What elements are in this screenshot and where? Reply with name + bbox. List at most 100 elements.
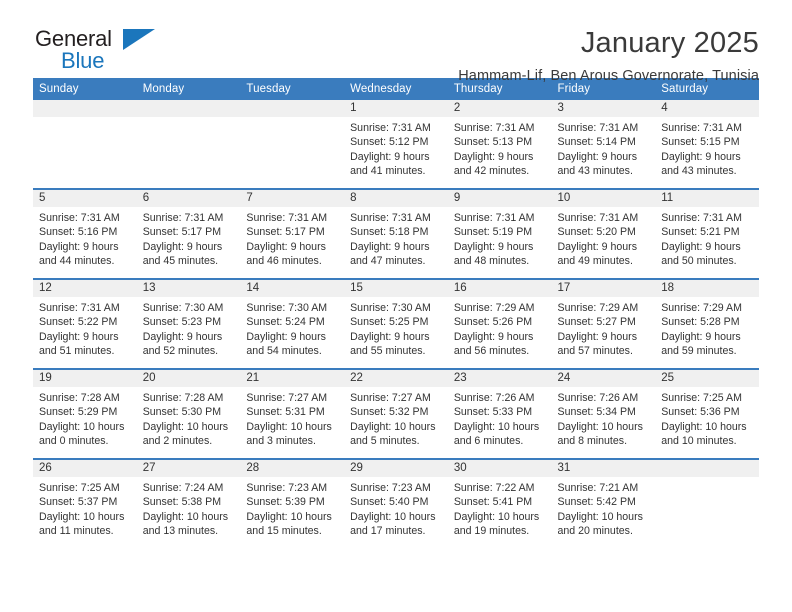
daylight-text-line1: Daylight: 10 hours — [453, 420, 540, 433]
sunrise-text: Sunrise: 7:31 AM — [661, 122, 742, 134]
day-details: Sunrise: 7:26 AM Sunset: 5:33 PM Daylight:… — [448, 387, 552, 449]
calendar-day-cell[interactable]: 15 Sunrise: 7:30 AM Sunset: 5:25 PM Dayligh… — [344, 278, 448, 369]
sunset-text: Sunset: 5:31 PM — [246, 406, 325, 419]
calendar-day-cell[interactable]: 5 Sunrise: 7:31 AM Sunset: 5:16 PM Daylight… — [33, 188, 137, 279]
brand-name-general: General — [35, 26, 112, 51]
day-number: 20 — [136, 370, 241, 387]
daylight-text-line2: and 49 minutes. — [557, 255, 633, 268]
daylight-text-line2: and 46 minutes. — [246, 255, 322, 268]
day-cell-content: 24 Sunrise: 7:26 AM Sunset: 5:34 PM Dayligh… — [551, 370, 656, 458]
day-cell-content: 19 Sunrise: 7:28 AM Sunset: 5:29 PM Dayligh… — [33, 370, 137, 458]
calendar-day-cell[interactable]: 9 Sunrise: 7:31 AM Sunset: 5:19 PM Daylight… — [447, 188, 552, 279]
calendar-day-cell[interactable]: 25 Sunrise: 7:25 AM Sunset: 5:36 PM Dayligh… — [655, 368, 759, 459]
calendar-day-cell[interactable]: 4 Sunrise: 7:31 AM Sunset: 5:15 PM Daylight… — [655, 100, 759, 189]
page-header: General Blue January 2025 Hammam-Lif, Be… — [33, 0, 759, 84]
sunset-text: Sunset: 5:18 PM — [350, 226, 429, 239]
daylight-text-line2: and 48 minutes. — [453, 255, 530, 268]
calendar-day-cell[interactable]: 14 Sunrise: 7:30 AM Sunset: 5:24 PM Dayligh… — [240, 278, 345, 369]
calendar-day-cell[interactable]: 8 Sunrise: 7:31 AM Sunset: 5:18 PM Daylight… — [344, 188, 448, 279]
calendar-day-cell[interactable]: 1 Sunrise: 7:31 AM Sunset: 5:12 PM Daylight… — [344, 100, 448, 189]
calendar-day-cell[interactable]: 28 Sunrise: 7:23 AM Sunset: 5:39 PM Dayligh… — [240, 458, 345, 548]
calendar-day-cell[interactable]: 19 Sunrise: 7:28 AM Sunset: 5:29 PM Dayligh… — [33, 368, 137, 459]
day-cell-content: 3 Sunrise: 7:31 AM Sunset: 5:14 PM Daylight… — [551, 100, 656, 188]
sunrise-text: Sunrise: 7:23 AM — [350, 482, 431, 494]
day-details: Sunrise: 7:22 AM Sunset: 5:41 PM Daylight:… — [448, 477, 552, 539]
day-cell-content: 23 Sunrise: 7:26 AM Sunset: 5:33 PM Dayligh… — [447, 370, 552, 458]
calendar-day-cell[interactable]: 17 Sunrise: 7:29 AM Sunset: 5:27 PM Dayligh… — [551, 278, 656, 369]
calendar-day-cell[interactable]: 3 Sunrise: 7:31 AM Sunset: 5:14 PM Daylight… — [551, 100, 656, 189]
sunset-text: Sunset: 5:39 PM — [246, 496, 325, 509]
sunrise-text: Sunrise: 7:31 AM — [350, 212, 431, 224]
daylight-text-line2: and 11 minutes. — [39, 525, 114, 538]
day-details: Sunrise: 7:31 AM Sunset: 5:22 PM Daylight:… — [33, 297, 137, 359]
day-details: Sunrise: 7:31 AM Sunset: 5:14 PM Daylight:… — [552, 117, 656, 179]
calendar-day-cell[interactable]: 31 Sunrise: 7:21 AM Sunset: 5:42 PM Dayligh… — [551, 458, 656, 548]
sunset-text: Sunset: 5:27 PM — [557, 316, 636, 329]
calendar-day-cell[interactable]: 26 Sunrise: 7:25 AM Sunset: 5:37 PM Dayligh… — [33, 458, 137, 548]
sunset-text: Sunset: 5:21 PM — [661, 226, 740, 239]
daylight-text-line1: Daylight: 9 hours — [350, 150, 430, 163]
sunrise-text: Sunrise: 7:23 AM — [246, 482, 328, 494]
day-number: 17 — [551, 280, 656, 297]
day-cell-content: 27 Sunrise: 7:24 AM Sunset: 5:38 PM Dayligh… — [136, 460, 241, 548]
sunrise-text: Sunrise: 7:31 AM — [39, 212, 120, 224]
daylight-text-line2: and 57 minutes. — [557, 345, 633, 358]
daylight-text-line1: Daylight: 9 hours — [661, 240, 741, 253]
daylight-text-line2: and 59 minutes. — [661, 345, 737, 358]
calendar-day-cell[interactable]: 16 Sunrise: 7:29 AM Sunset: 5:26 PM Dayligh… — [447, 278, 552, 369]
brand-logo[interactable]: General Blue — [33, 26, 163, 78]
calendar-day-cell[interactable]: 11 Sunrise: 7:31 AM Sunset: 5:21 PM Dayligh… — [655, 188, 759, 279]
calendar-day-cell[interactable]: 7 Sunrise: 7:31 AM Sunset: 5:17 PM Daylight… — [240, 188, 345, 279]
calendar-day-cell[interactable]: 20 Sunrise: 7:28 AM Sunset: 5:30 PM Dayligh… — [136, 368, 241, 459]
day-cell-content: 30 Sunrise: 7:22 AM Sunset: 5:41 PM Dayligh… — [447, 460, 552, 548]
daylight-text-line2: and 10 minutes. — [661, 435, 737, 448]
calendar-day-cell[interactable]: 13 Sunrise: 7:30 AM Sunset: 5:23 PM Dayligh… — [136, 278, 241, 369]
day-cell-content: 1 Sunrise: 7:31 AM Sunset: 5:12 PM Daylight… — [344, 100, 448, 188]
day-details: Sunrise: 7:31 AM Sunset: 5:17 PM Daylight:… — [240, 207, 344, 269]
day-cell-content — [136, 100, 241, 188]
day-cell-content — [33, 100, 137, 188]
day-number: 9 — [447, 190, 552, 207]
day-details: Sunrise: 7:30 AM Sunset: 5:24 PM Daylight:… — [240, 297, 344, 359]
calendar-day-cell[interactable]: 23 Sunrise: 7:26 AM Sunset: 5:33 PM Dayligh… — [447, 368, 552, 459]
calendar-day-cell[interactable]: 21 Sunrise: 7:27 AM Sunset: 5:31 PM Dayligh… — [240, 368, 345, 459]
day-details: Sunrise: 7:29 AM Sunset: 5:26 PM Daylight:… — [448, 297, 552, 359]
daylight-text-line2: and 56 minutes. — [453, 345, 530, 358]
calendar-day-cell[interactable]: 22 Sunrise: 7:27 AM Sunset: 5:32 PM Dayligh… — [344, 368, 448, 459]
day-details: Sunrise: 7:27 AM Sunset: 5:32 PM Daylight:… — [344, 387, 448, 449]
day-cell-content: 7 Sunrise: 7:31 AM Sunset: 5:17 PM Daylight… — [240, 190, 345, 278]
daylight-text-line1: Daylight: 9 hours — [661, 330, 741, 343]
calendar-day-cell[interactable]: 30 Sunrise: 7:22 AM Sunset: 5:41 PM Dayligh… — [447, 458, 552, 548]
calendar-day-cell[interactable]: 29 Sunrise: 7:23 AM Sunset: 5:40 PM Dayligh… — [344, 458, 448, 548]
calendar-day-cell[interactable]: 6 Sunrise: 7:31 AM Sunset: 5:17 PM Daylight… — [136, 188, 241, 279]
day-number: 12 — [33, 280, 137, 297]
daylight-text-line1: Daylight: 10 hours — [142, 420, 229, 433]
day-cell-content: 28 Sunrise: 7:23 AM Sunset: 5:39 PM Dayligh… — [240, 460, 345, 548]
calendar-day-cell[interactable]: 27 Sunrise: 7:24 AM Sunset: 5:38 PM Dayligh… — [136, 458, 241, 548]
daylight-text-line1: Daylight: 9 hours — [39, 330, 119, 343]
daylight-text-line1: Daylight: 9 hours — [453, 330, 534, 343]
daylight-text-line2: and 47 minutes. — [350, 255, 426, 268]
daylight-text-line2: and 43 minutes. — [661, 165, 737, 178]
daylight-text-line2: and 50 minutes. — [661, 255, 737, 268]
day-number: 26 — [33, 460, 137, 477]
day-cell-content: 25 Sunrise: 7:25 AM Sunset: 5:36 PM Dayligh… — [655, 370, 759, 458]
sunrise-text: Sunrise: 7:26 AM — [557, 392, 639, 404]
day-number: 10 — [551, 190, 656, 207]
calendar-day-cell[interactable]: 2 Sunrise: 7:31 AM Sunset: 5:13 PM Daylight… — [447, 100, 552, 189]
day-cell-content: 2 Sunrise: 7:31 AM Sunset: 5:13 PM Daylight… — [447, 100, 552, 188]
day-details: Sunrise: 7:23 AM Sunset: 5:40 PM Daylight:… — [344, 477, 448, 539]
sunset-text: Sunset: 5:12 PM — [350, 136, 429, 149]
sunrise-text: Sunrise: 7:28 AM — [142, 392, 224, 404]
calendar-day-cell[interactable]: 24 Sunrise: 7:26 AM Sunset: 5:34 PM Dayligh… — [551, 368, 656, 459]
day-number: 23 — [447, 370, 552, 387]
calendar-day-cell[interactable]: 10 Sunrise: 7:31 AM Sunset: 5:20 PM Dayligh… — [551, 188, 656, 279]
calendar-day-cell[interactable]: 12 Sunrise: 7:31 AM Sunset: 5:22 PM Dayligh… — [33, 278, 137, 369]
daylight-text-line2: and 8 minutes. — [557, 435, 628, 448]
sunset-text: Sunset: 5:25 PM — [350, 316, 429, 329]
day-number — [240, 100, 345, 117]
day-cell-content: 21 Sunrise: 7:27 AM Sunset: 5:31 PM Dayligh… — [240, 370, 345, 458]
day-cell-content: 14 Sunrise: 7:30 AM Sunset: 5:24 PM Dayligh… — [240, 280, 345, 368]
daylight-text-line2: and 2 minutes. — [142, 435, 213, 448]
calendar-day-cell[interactable]: 18 Sunrise: 7:29 AM Sunset: 5:28 PM Dayligh… — [655, 278, 759, 369]
